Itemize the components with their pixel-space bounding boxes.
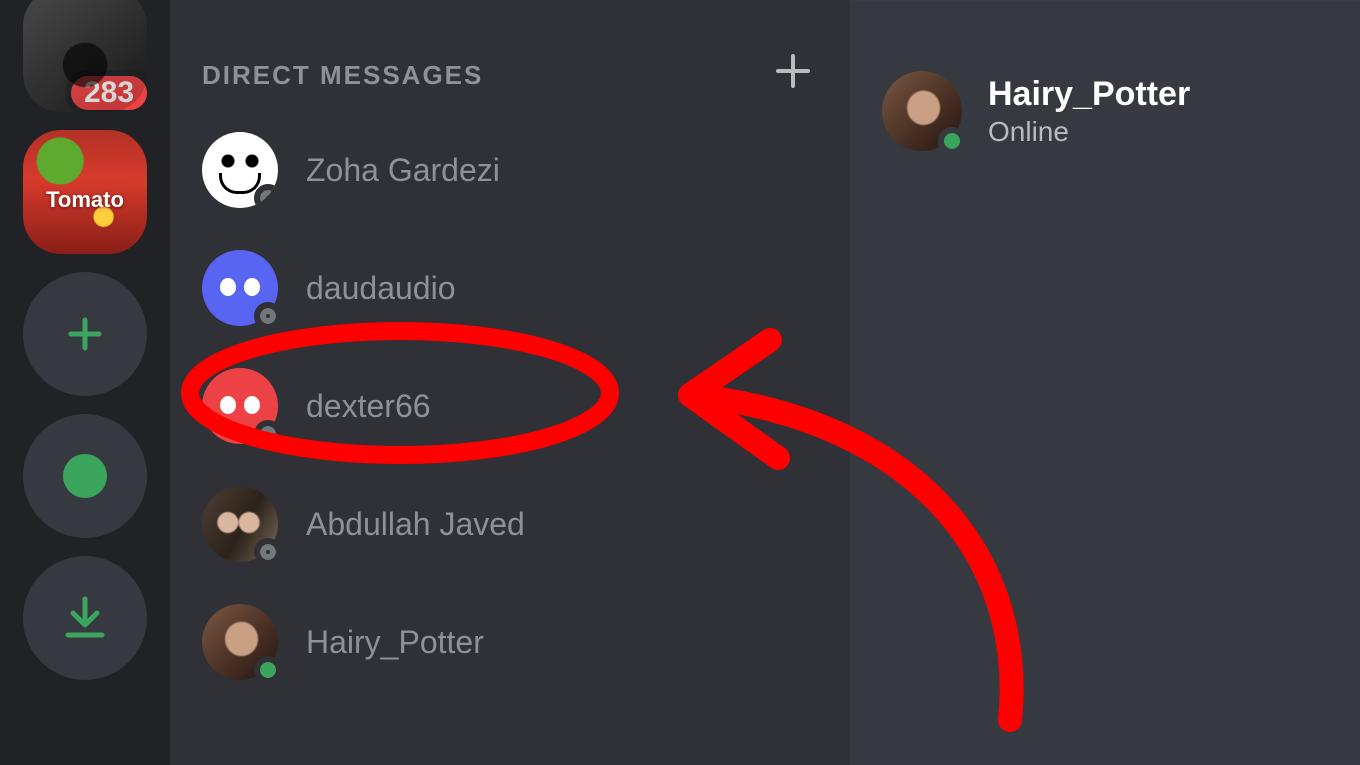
dm-item-name: daudaudio (306, 270, 455, 307)
status-indicator-icon (254, 420, 282, 448)
dm-item[interactable]: daudaudio (194, 244, 826, 332)
compass-icon (59, 450, 111, 502)
download-icon (60, 593, 110, 643)
status-indicator-icon (254, 184, 278, 208)
plus-icon (774, 52, 812, 90)
add-server-button[interactable] (23, 272, 147, 396)
dm-item[interactable]: Hairy_Potter (194, 598, 826, 686)
server-icon-label: Tomato (23, 187, 147, 213)
dm-item[interactable]: Zoha Gardezi (194, 126, 826, 214)
dm-item[interactable]: Abdullah Javed (194, 480, 826, 568)
plus-icon (61, 310, 109, 358)
dm-item-name: Abdullah Javed (306, 506, 525, 543)
dm-item[interactable]: dexter66 (194, 362, 826, 450)
avatar (202, 604, 278, 680)
unread-badge: 283 (65, 70, 153, 116)
explore-servers-button[interactable] (23, 414, 147, 538)
profile-name: Hairy_Potter (988, 75, 1190, 114)
server-rail: 283 Tomato (0, 0, 170, 765)
dm-item-name: dexter66 (306, 388, 431, 425)
dm-item-name: Zoha Gardezi (306, 152, 500, 189)
download-apps-button[interactable] (23, 556, 147, 680)
server-icon[interactable]: 283 (23, 0, 147, 112)
avatar[interactable] (882, 71, 962, 151)
status-indicator-icon (254, 538, 282, 566)
main-panel: Hairy_Potter Online (850, 0, 1360, 765)
profile-status: Online (988, 116, 1190, 148)
avatar (202, 486, 278, 562)
server-icon[interactable]: Tomato (23, 130, 147, 254)
profile-header: Hairy_Potter Online (882, 71, 1360, 151)
status-indicator-icon (938, 127, 966, 155)
dm-item-name: Hairy_Potter (306, 624, 484, 661)
avatar (202, 250, 278, 326)
dm-list: Zoha Gardezi daudaudio dexter66 Abdullah… (194, 126, 826, 686)
dm-header-title: DIRECT MESSAGES (202, 60, 483, 91)
avatar (202, 132, 278, 208)
dm-header: DIRECT MESSAGES (194, 52, 826, 98)
status-indicator-icon (254, 302, 282, 330)
dm-panel: DIRECT MESSAGES Zoha Gardezi daudaudio (170, 0, 850, 765)
status-indicator-icon (254, 656, 282, 684)
create-dm-button[interactable] (774, 52, 812, 98)
avatar (202, 368, 278, 444)
